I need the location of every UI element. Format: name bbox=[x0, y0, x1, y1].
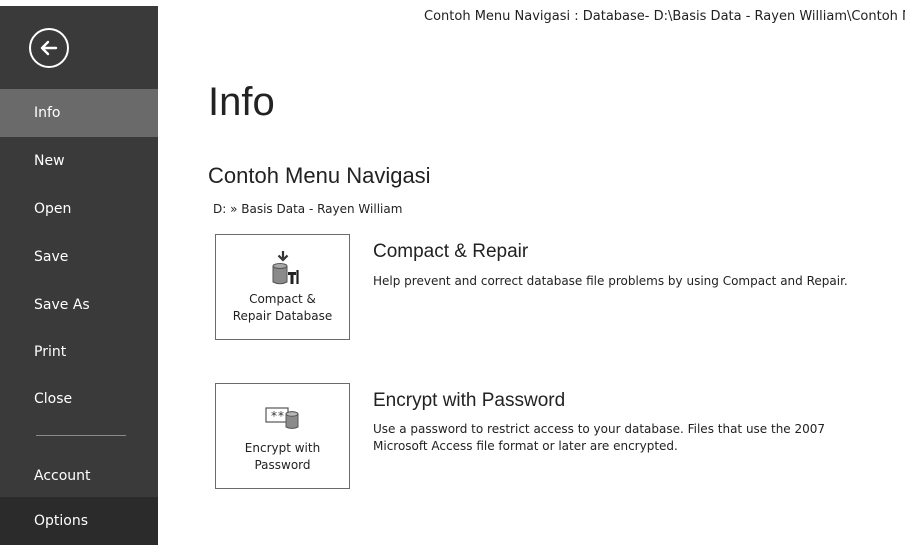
page-title: Info bbox=[208, 80, 275, 124]
backstage-sidebar: Info New Open Save Save As Print Close A… bbox=[0, 6, 158, 545]
compact-repair-database-icon bbox=[263, 249, 303, 287]
encrypt-password-description: Use a password to restrict access to you… bbox=[373, 422, 826, 453]
sidebar-item-info[interactable]: Info bbox=[0, 89, 158, 137]
sidebar-item-label: Account bbox=[34, 468, 91, 484]
sidebar-item-close[interactable]: Close bbox=[0, 375, 158, 423]
encrypt-password-database-icon: * * bbox=[263, 398, 303, 436]
compact-repair-tile-label: Compact & Repair Database bbox=[232, 292, 333, 323]
sidebar-divider bbox=[36, 435, 126, 436]
sidebar-item-print[interactable]: Print bbox=[0, 328, 158, 376]
sidebar-item-label: Save As bbox=[34, 297, 90, 313]
sidebar-item-label: New bbox=[34, 153, 65, 169]
database-path[interactable]: D: » Basis Data - Rayen William bbox=[213, 202, 402, 216]
sidebar-item-open[interactable]: Open bbox=[0, 185, 158, 233]
encrypt-password-button[interactable]: * * Encrypt with Password bbox=[215, 383, 350, 489]
sidebar-item-account[interactable]: Account bbox=[0, 452, 158, 500]
sidebar-item-save[interactable]: Save bbox=[0, 233, 158, 281]
svg-text:*: * bbox=[278, 409, 284, 423]
sidebar-item-options[interactable]: Options bbox=[0, 497, 158, 545]
sidebar-item-label: Print bbox=[34, 344, 67, 360]
sidebar-item-label: Info bbox=[34, 105, 61, 121]
sidebar-item-label: Save bbox=[34, 249, 69, 265]
encrypt-password-tile-label: Encrypt with Password bbox=[244, 441, 321, 472]
back-arrow-icon bbox=[40, 40, 58, 56]
compact-repair-button[interactable]: Compact & Repair Database bbox=[215, 234, 350, 340]
compact-repair-title: Compact & Repair bbox=[373, 241, 529, 262]
sidebar-item-save-as[interactable]: Save As bbox=[0, 281, 158, 329]
sidebar-item-label: Open bbox=[34, 201, 72, 217]
encrypt-password-title: Encrypt with Password bbox=[373, 390, 566, 411]
compact-repair-description: Help prevent and correct database file p… bbox=[373, 274, 848, 288]
sidebar-item-label: Close bbox=[34, 391, 73, 407]
back-button[interactable] bbox=[29, 28, 69, 68]
database-name: Contoh Menu Navigasi bbox=[208, 163, 431, 188]
window-title: Contoh Menu Navigasi : Database- D:\Basi… bbox=[424, 9, 905, 24]
svg-text:*: * bbox=[271, 409, 277, 423]
sidebar-item-new[interactable]: New bbox=[0, 137, 158, 185]
sidebar-item-label: Options bbox=[34, 513, 89, 529]
